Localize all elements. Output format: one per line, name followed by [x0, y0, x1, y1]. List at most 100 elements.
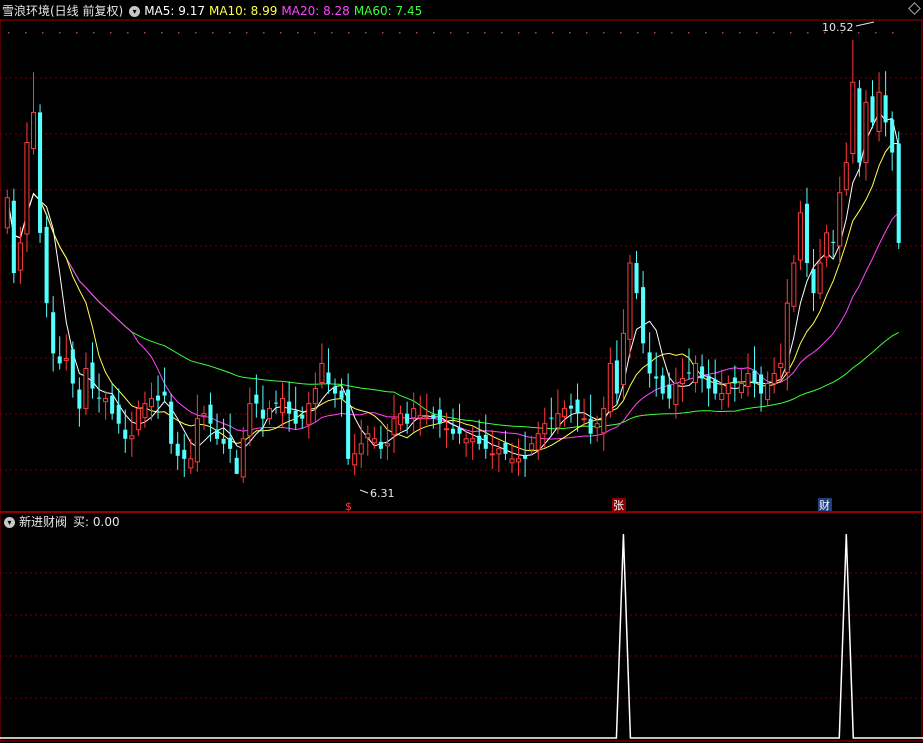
top-dot	[518, 32, 520, 34]
candle-body	[811, 269, 816, 294]
candle-body	[148, 398, 155, 408]
candle-body	[234, 457, 239, 474]
candle-body	[326, 372, 331, 384]
candle-body	[896, 143, 901, 243]
candle-body	[523, 455, 528, 459]
candle-body	[457, 427, 462, 434]
candle-body	[876, 91, 882, 132]
top-dot	[246, 32, 248, 34]
candle-body	[135, 408, 141, 431]
top-dot	[416, 32, 418, 34]
candle-body	[384, 443, 390, 447]
candle-body	[601, 408, 607, 434]
candle-body	[405, 413, 410, 424]
candle-body	[110, 395, 115, 414]
top-dot	[756, 32, 758, 34]
ma60-line	[6, 192, 899, 430]
top-dot	[773, 32, 775, 34]
candle-body	[247, 403, 253, 437]
top-dot	[739, 32, 741, 34]
top-dot	[382, 32, 384, 34]
candle-body	[483, 434, 488, 449]
candle-body	[77, 389, 82, 409]
candle-body	[594, 423, 600, 429]
high-label-arrow	[855, 21, 875, 27]
top-dot	[8, 32, 10, 34]
candle-body	[489, 453, 495, 456]
candle-body	[378, 441, 383, 449]
candle-body	[280, 398, 286, 414]
candle-body	[44, 226, 49, 304]
candle-body	[477, 435, 482, 444]
candle-body	[470, 438, 476, 443]
candle-body	[306, 403, 312, 426]
candle-body	[509, 458, 515, 464]
top-dot	[59, 32, 61, 34]
candle-body	[837, 192, 843, 247]
candle-body	[4, 197, 10, 229]
candle-body	[156, 395, 161, 401]
candle-body	[332, 386, 338, 394]
candle-body	[529, 443, 535, 451]
top-dot	[212, 32, 214, 34]
candle-body	[831, 241, 836, 243]
candle-body	[424, 417, 430, 420]
candle-body	[417, 415, 423, 419]
candle-body	[103, 398, 109, 403]
candle-body	[201, 413, 207, 417]
candle-body	[817, 262, 823, 294]
top-dot	[297, 32, 299, 34]
candle-body	[70, 349, 75, 384]
top-dot	[263, 32, 265, 34]
top-dot	[501, 32, 503, 34]
top-dot	[348, 32, 350, 34]
candle-body	[162, 391, 167, 396]
candle-body	[398, 413, 404, 426]
candle-body	[346, 389, 351, 459]
candle-body	[371, 438, 377, 444]
candle-body	[883, 95, 888, 123]
candle-body	[365, 433, 371, 439]
candle-body	[208, 404, 213, 424]
candle-body	[266, 408, 272, 420]
signal-marker-zhang: 张	[613, 499, 624, 512]
candle-body	[627, 262, 633, 340]
signal-marker-s: $	[345, 500, 352, 513]
candle-body	[17, 242, 23, 271]
top-dot	[858, 32, 860, 34]
candle-body	[686, 372, 692, 374]
top-dot	[620, 32, 622, 34]
candle-body	[713, 379, 718, 394]
candle-body	[240, 438, 246, 478]
top-dot	[433, 32, 435, 34]
top-dot	[722, 32, 724, 34]
low-label-arrow	[359, 489, 369, 494]
candle-body	[63, 357, 69, 361]
candle-body	[503, 442, 508, 454]
candle-body	[738, 383, 744, 394]
candle-body	[450, 428, 456, 434]
top-dot	[688, 32, 690, 34]
candle-body	[890, 119, 895, 153]
top-dot	[790, 32, 792, 34]
top-dot	[127, 32, 129, 34]
candle-body	[24, 142, 30, 235]
candle-body	[221, 438, 226, 444]
top-dot	[331, 32, 333, 34]
top-dot	[671, 32, 673, 34]
candle-body	[588, 418, 593, 434]
candle-body	[581, 418, 587, 421]
candle-body	[568, 405, 574, 409]
candle-body	[30, 111, 37, 150]
candle-body	[555, 413, 561, 429]
top-dot	[178, 32, 180, 34]
candle-body	[784, 302, 790, 373]
top-dot	[603, 32, 605, 34]
candle-body	[123, 429, 128, 439]
top-dot	[450, 32, 452, 34]
top-dot	[875, 32, 877, 34]
candle-body	[863, 101, 869, 164]
candle-body	[116, 404, 121, 424]
candle-body	[771, 372, 777, 385]
candle-body	[870, 96, 875, 123]
